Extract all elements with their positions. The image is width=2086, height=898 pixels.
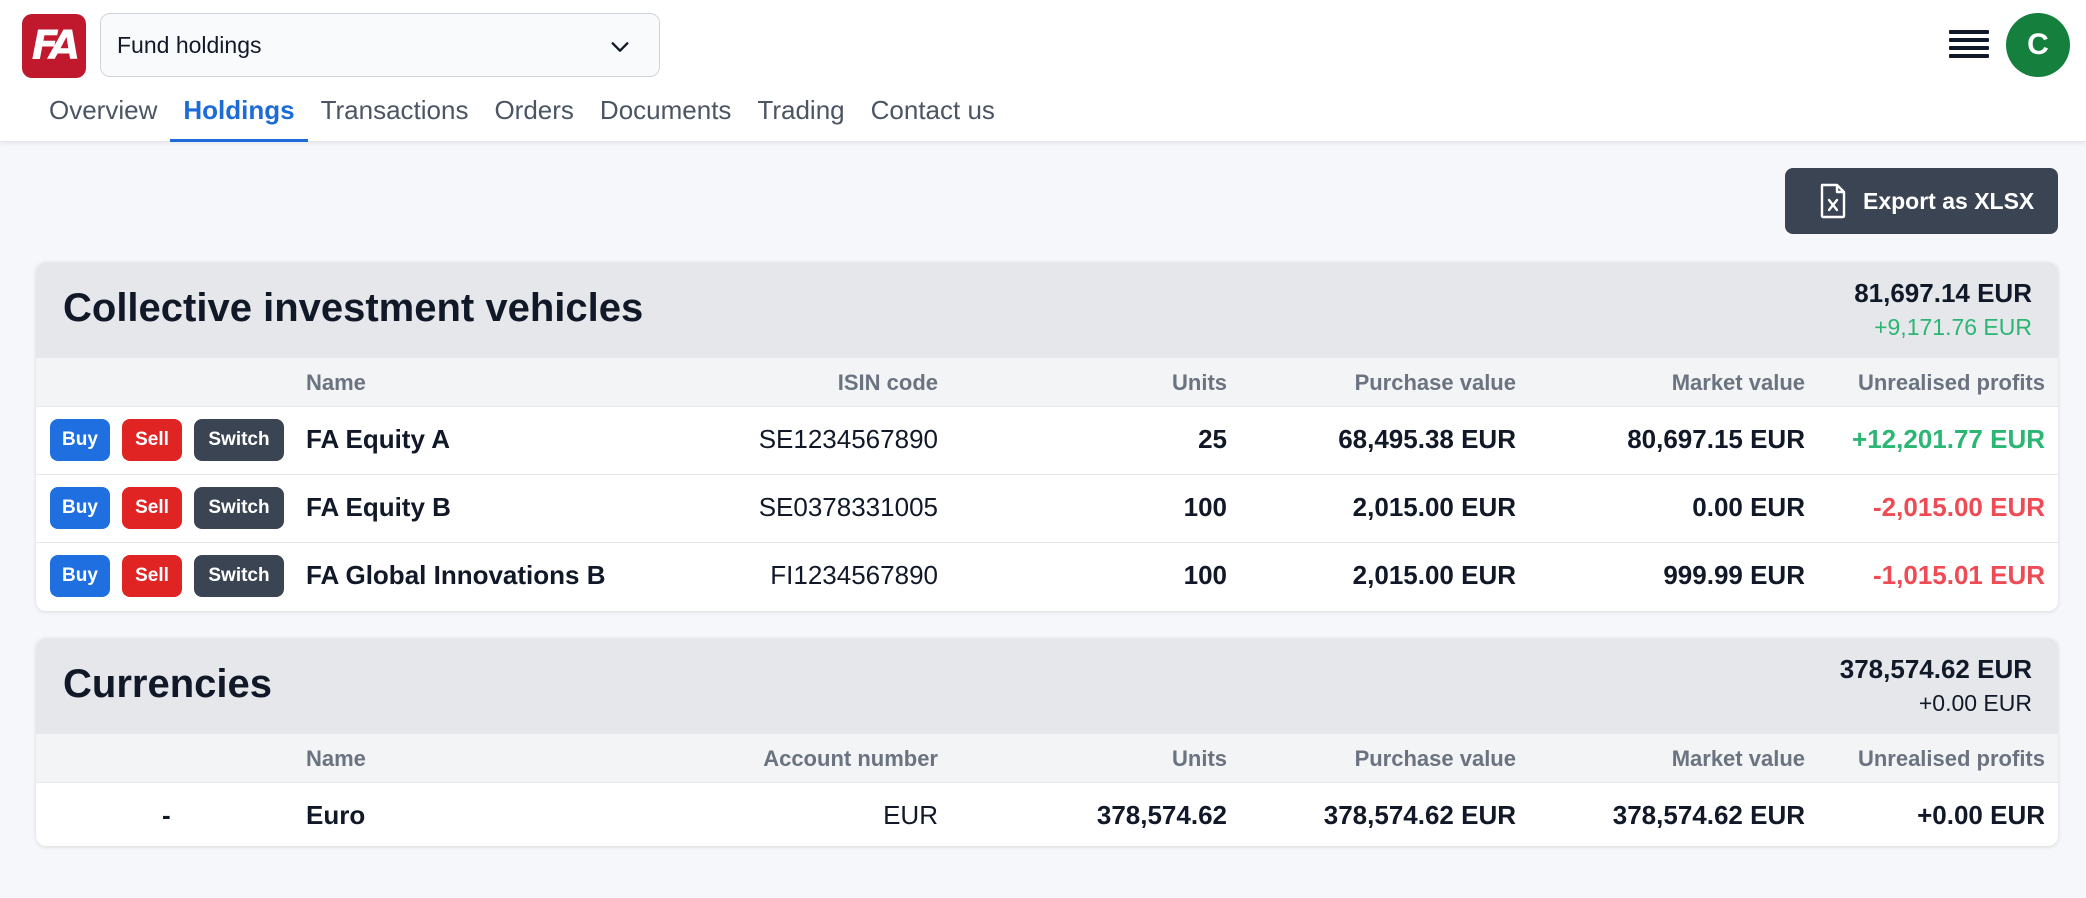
main-tabs: Overview Holdings Transactions Orders Do… <box>36 86 1008 142</box>
col-unrealised-profits: Unrealised profits <box>1857 746 2045 771</box>
sell-button[interactable]: Sell <box>122 487 182 529</box>
export-xlsx-button[interactable]: Export as XLSX <box>1785 168 2058 234</box>
tab-documents[interactable]: Documents <box>587 86 745 142</box>
table-row: Buy Sell Switch FA Global Innovations B … <box>36 543 2058 611</box>
currencies-table-header: Name Account number Units Purchase value… <box>36 734 2058 783</box>
civ-title: Collective investment vehicles <box>63 286 644 330</box>
tab-overview[interactable]: Overview <box>36 86 170 142</box>
brand-logo[interactable]: FA <box>22 14 86 78</box>
portfolio-selector[interactable]: Fund holdings <box>100 13 660 77</box>
app-header: FA Fund holdings C Overview Holdings Tra… <box>0 0 2086 142</box>
civ-total-change: +9,171.76 EUR <box>1874 314 2032 340</box>
table-row: Buy Sell Switch FA Equity A SE1234567890… <box>36 407 2058 475</box>
user-avatar[interactable]: C <box>2006 13 2070 77</box>
holding-isin: SE1234567890 <box>758 424 938 454</box>
currencies-card-header: Currencies 378,574.62 EUR +0.00 EUR <box>36 638 2058 734</box>
holding-unrealised-profit: -1,015.01 EUR <box>1873 560 2045 590</box>
buy-button[interactable]: Buy <box>50 487 110 529</box>
export-button-label: Export as XLSX <box>1863 187 2035 214</box>
switch-button[interactable]: Switch <box>194 555 284 597</box>
currency-units: 378,574.62 <box>1096 800 1227 830</box>
holding-name[interactable]: FA Equity B <box>306 492 451 523</box>
col-market-value: Market value <box>1671 746 1805 771</box>
col-market-value: Market value <box>1671 370 1805 395</box>
holding-purchase-value: 2,015.00 EUR <box>1352 492 1516 522</box>
currencies-total-value: 378,574.62 EUR <box>1839 654 2032 684</box>
buy-button[interactable]: Buy <box>50 419 110 461</box>
civ-card-header: Collective investment vehicles 81,697.14… <box>36 262 2058 358</box>
currency-action-placeholder: - <box>162 800 171 830</box>
sell-button[interactable]: Sell <box>122 419 182 461</box>
col-units: Units <box>1172 746 1227 771</box>
col-purchase-value: Purchase value <box>1354 746 1516 771</box>
holding-unrealised-profit: -2,015.00 EUR <box>1873 492 2045 522</box>
holding-isin: SE0378331005 <box>758 492 938 522</box>
holding-purchase-value: 68,495.38 EUR <box>1338 424 1516 454</box>
holding-units: 100 <box>1183 492 1227 522</box>
holding-market-value: 0.00 EUR <box>1692 492 1805 522</box>
civ-table-header: Name ISIN code Units Purchase value Mark… <box>36 358 2058 407</box>
col-purchase-value: Purchase value <box>1354 370 1516 395</box>
holding-units: 25 <box>1198 424 1227 454</box>
holding-name[interactable]: FA Equity A <box>306 424 450 455</box>
col-units: Units <box>1172 370 1227 395</box>
col-account-number: Account number <box>763 746 938 771</box>
civ-total-value: 81,697.14 EUR <box>1854 278 2032 308</box>
tab-holdings[interactable]: Holdings <box>170 86 308 142</box>
col-unrealised-profits: Unrealised profits <box>1857 370 2045 395</box>
col-isin: ISIN code <box>837 370 938 395</box>
holding-isin: FI1234567890 <box>770 560 938 590</box>
col-name: Name <box>306 746 366 771</box>
table-row: - Euro EUR 378,574.62 378,574.62 EUR 378… <box>36 783 2058 846</box>
portfolio-selector-value: Fund holdings <box>117 31 262 58</box>
currency-name[interactable]: Euro <box>306 800 365 831</box>
hamburger-menu-icon[interactable] <box>1947 26 1991 62</box>
sell-button[interactable]: Sell <box>122 555 182 597</box>
currencies-title: Currencies <box>63 662 272 706</box>
holding-unrealised-profit: +12,201.77 EUR <box>1852 424 2045 454</box>
table-row: Buy Sell Switch FA Equity B SE0378331005… <box>36 475 2058 543</box>
tab-trading[interactable]: Trading <box>744 86 857 142</box>
currencies-total-change: +0.00 EUR <box>1918 690 2032 716</box>
file-excel-icon <box>1820 183 1846 219</box>
tab-transactions[interactable]: Transactions <box>308 86 482 142</box>
tab-contact-us[interactable]: Contact us <box>858 86 1008 142</box>
switch-button[interactable]: Switch <box>194 419 284 461</box>
col-name: Name <box>306 370 366 395</box>
holding-name[interactable]: FA Global Innovations B <box>306 560 606 591</box>
holding-market-value: 999.99 EUR <box>1663 560 1805 590</box>
civ-card: Collective investment vehicles 81,697.14… <box>36 262 2058 611</box>
switch-button[interactable]: Switch <box>194 487 284 529</box>
holding-market-value: 80,697.15 EUR <box>1627 424 1805 454</box>
holding-units: 100 <box>1183 560 1227 590</box>
buy-button[interactable]: Buy <box>50 555 110 597</box>
chevron-down-icon <box>611 42 629 52</box>
currencies-card: Currencies 378,574.62 EUR +0.00 EUR Name… <box>36 638 2058 846</box>
currency-purchase-value: 378,574.62 EUR <box>1323 800 1516 830</box>
currency-account-number: EUR <box>883 800 938 830</box>
holding-purchase-value: 2,015.00 EUR <box>1352 560 1516 590</box>
currency-unrealised-profit: +0.00 EUR <box>1917 800 2045 830</box>
currency-market-value: 378,574.62 EUR <box>1612 800 1805 830</box>
tab-orders[interactable]: Orders <box>481 86 586 142</box>
